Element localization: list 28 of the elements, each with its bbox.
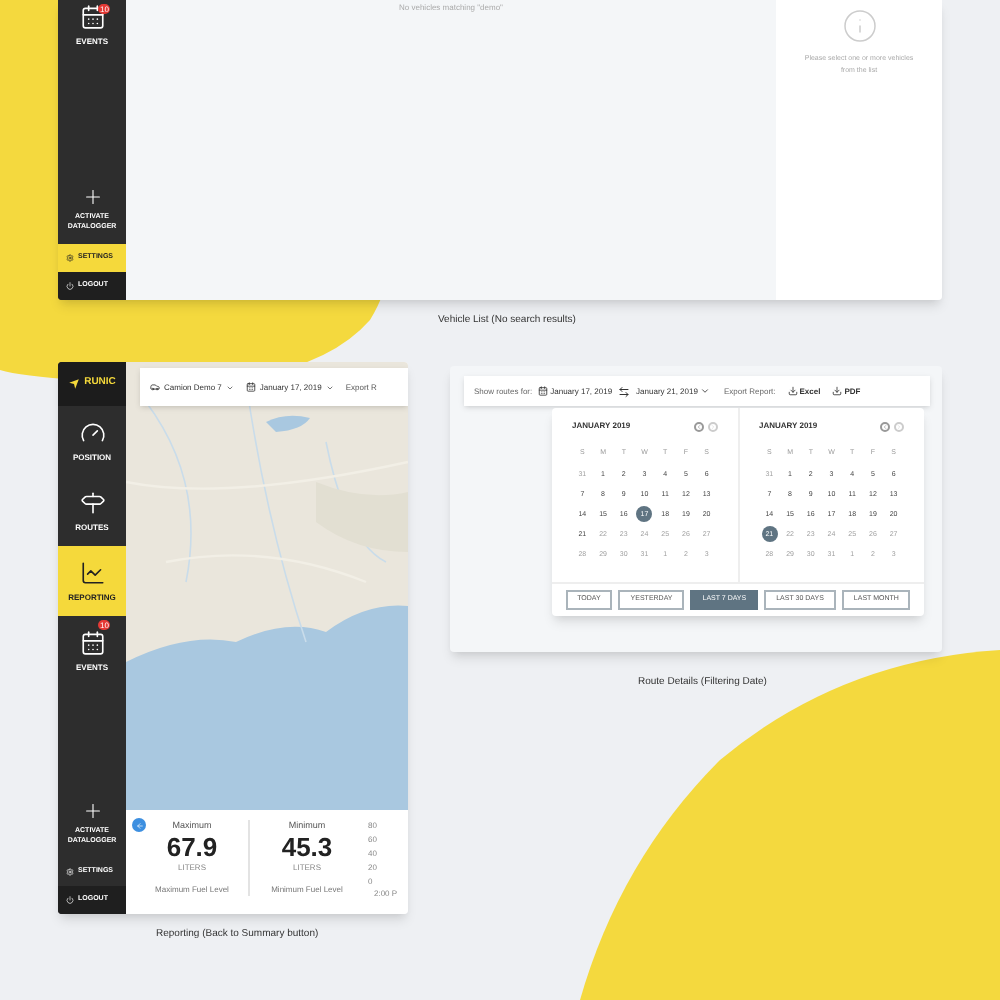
events-icon <box>79 3 105 29</box>
chevron-down-icon <box>699 386 710 396</box>
next-month-icon[interactable] <box>707 421 717 431</box>
calendar-icon <box>538 386 549 396</box>
logo-icon <box>68 378 81 390</box>
settings-icon <box>66 254 74 262</box>
stat-value: 67.9 <box>166 833 218 862</box>
stat-value: 45.3 <box>281 833 333 862</box>
previous-month-icon[interactable] <box>693 421 703 431</box>
range-arrow-icon <box>618 385 631 397</box>
power-icon <box>66 896 74 904</box>
plus-icon <box>81 800 103 822</box>
previous-month-icon[interactable] <box>880 421 890 431</box>
next-month-icon[interactable] <box>894 421 904 431</box>
plus-icon <box>81 186 103 208</box>
events-icon <box>79 629 105 655</box>
car-icon <box>150 382 160 392</box>
download-icon <box>787 386 798 396</box>
power-icon <box>66 282 74 290</box>
settings-icon <box>66 868 74 876</box>
routes-icon <box>79 489 105 515</box>
back-button[interactable] <box>132 818 146 832</box>
download-icon <box>832 386 843 396</box>
info-icon <box>841 8 877 44</box>
reporting-icon <box>79 559 105 585</box>
position-icon <box>79 419 105 445</box>
calendar-icon <box>245 382 256 392</box>
back-arrow-icon <box>135 821 143 829</box>
